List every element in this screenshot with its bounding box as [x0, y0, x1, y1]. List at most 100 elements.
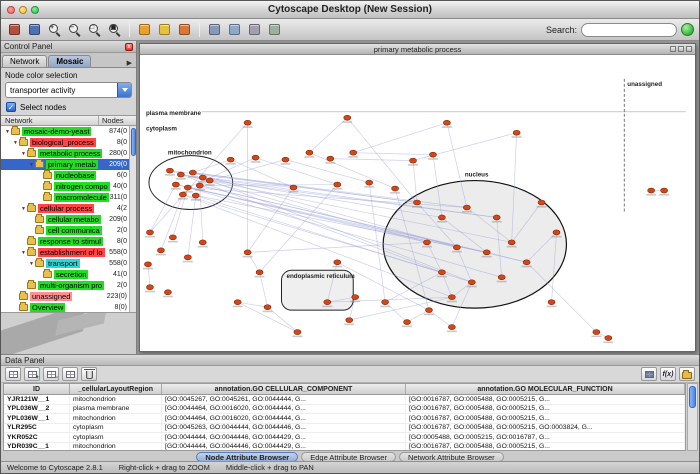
network-node[interactable]	[483, 250, 490, 255]
network-node[interactable]	[306, 150, 313, 155]
expander-icon[interactable]: ▼	[20, 206, 27, 212]
data-panel-toggle-icon[interactable]	[26, 21, 43, 38]
network-node[interactable]	[382, 300, 389, 305]
expander-icon[interactable]: ▼	[12, 140, 19, 146]
network-node[interactable]	[196, 183, 203, 188]
hide-selected-icon[interactable]	[136, 21, 153, 38]
control-panel-close-icon[interactable]: x	[125, 43, 133, 51]
network-node[interactable]	[548, 300, 555, 305]
tab-overflow-arrow-icon[interactable]: ▶	[124, 59, 135, 67]
select-attributes-button[interactable]	[5, 367, 21, 381]
search-go-icon[interactable]	[681, 23, 694, 36]
network-node[interactable]	[493, 215, 500, 220]
network-node[interactable]	[344, 115, 351, 120]
network-node[interactable]	[144, 262, 151, 267]
network-node[interactable]	[366, 180, 373, 185]
tree-row[interactable]: response to stimul8(0	[1, 236, 136, 247]
column-header[interactable]: annotation.GO MOLECULAR_FUNCTION	[406, 384, 685, 394]
tree-row[interactable]: nitrogen compo40(0	[1, 181, 136, 192]
network-node[interactable]	[425, 308, 432, 313]
network-node[interactable]	[513, 130, 520, 135]
network-node[interactable]	[523, 260, 530, 265]
network-node[interactable]	[172, 182, 179, 187]
unhide-all-icon[interactable]	[156, 21, 173, 38]
tree-row[interactable]: unassigned223(0)	[1, 291, 136, 302]
network-node[interactable]	[414, 200, 421, 205]
control-panel-toggle-icon[interactable]	[6, 21, 23, 38]
import-attributes-button[interactable]	[679, 367, 695, 381]
tab-mosaic[interactable]: Mosaic	[48, 55, 91, 67]
network-node[interactable]	[177, 172, 184, 177]
edit-attribute-button[interactable]	[62, 367, 78, 381]
tree-scrollbar[interactable]	[129, 126, 136, 313]
network-canvas[interactable]: plasma membranecytoplasmmitochondrionnuc…	[140, 55, 695, 351]
network-node[interactable]	[453, 245, 460, 250]
network-node[interactable]	[192, 193, 199, 198]
expander-icon[interactable]: ▼	[20, 250, 27, 256]
network-node[interactable]	[252, 155, 259, 160]
column-header[interactable]: _cellularLayoutRegion	[70, 384, 162, 394]
tree-row[interactable]: multi-organism pro2(0	[1, 280, 136, 291]
network-node[interactable]	[350, 150, 357, 155]
table-row[interactable]: YKR052Ccytoplasm[GO:0044444, GO:0044446,…	[4, 433, 685, 443]
network-node[interactable]	[264, 305, 271, 310]
network-node[interactable]	[508, 240, 515, 245]
zoom-selected-icon[interactable]: □	[86, 21, 103, 38]
network-node[interactable]	[429, 152, 436, 157]
network-node[interactable]	[392, 186, 399, 191]
zoom-in-icon[interactable]: +	[46, 21, 63, 38]
expander-icon[interactable]: ▼	[20, 151, 27, 157]
network-node[interactable]	[256, 270, 263, 275]
network-node[interactable]	[498, 275, 505, 280]
table-row[interactable]: YPL036W__2plasma membrane[GO:0044464, GO…	[4, 405, 685, 415]
table-scrollbar-thumb[interactable]	[689, 386, 696, 408]
function-builder-button[interactable]: f(x)	[660, 367, 676, 381]
network-canvas-svg[interactable]: plasma membranecytoplasmmitochondrionnuc…	[140, 55, 695, 351]
tree-row[interactable]: ▼establishment of lo558(0	[1, 247, 136, 258]
tree-row[interactable]: cellular metabo209(0	[1, 214, 136, 225]
tree-row[interactable]: ▼cellular process4(2	[1, 203, 136, 214]
title-bar[interactable]: Cytoscape Desktop (New Session)	[1, 1, 699, 19]
network-node[interactable]	[352, 295, 359, 300]
delete-attributes-trash-button[interactable]	[81, 367, 97, 381]
node-color-select[interactable]: transporter activity	[5, 82, 132, 98]
network-node[interactable]	[334, 182, 341, 187]
tree-row[interactable]: ▼mosaic-demo-yeast874(0	[1, 126, 136, 137]
tree-scrollbar-thumb[interactable]	[131, 128, 136, 156]
network-node[interactable]	[553, 230, 560, 235]
table-row[interactable]: YDR039C__1mitochondrion[GO:0044444, GO:0…	[4, 443, 685, 452]
table-scrollbar[interactable]	[687, 383, 698, 451]
network-node[interactable]	[282, 157, 289, 162]
network-node[interactable]	[648, 188, 655, 193]
zoom-fit-icon[interactable]: ▣	[106, 21, 123, 38]
create-attribute-button[interactable]: +	[24, 367, 40, 381]
network-node[interactable]	[463, 205, 470, 210]
tab-network[interactable]: Network	[2, 55, 47, 67]
network-node[interactable]	[448, 295, 455, 300]
select-nodes-checkbox[interactable]: ✓	[6, 102, 16, 112]
network-node[interactable]	[157, 248, 164, 253]
delete-attribute-button[interactable]: -	[43, 367, 59, 381]
expander-icon[interactable]: ▼	[28, 162, 35, 168]
attribute-batch-button[interactable]	[641, 367, 657, 381]
network-node[interactable]	[346, 318, 353, 323]
network-node[interactable]	[410, 158, 417, 163]
network-node[interactable]	[593, 330, 600, 335]
tree-row[interactable]: ▼primary metab209(0	[1, 159, 136, 170]
inner-window-maximize-icon[interactable]	[678, 46, 684, 52]
network-node[interactable]	[244, 250, 251, 255]
network-node[interactable]	[184, 255, 191, 260]
network-node[interactable]	[423, 240, 430, 245]
network-node[interactable]	[227, 157, 234, 162]
network-column-header[interactable]: Network	[1, 116, 98, 125]
tree-row[interactable]: ▼transport558(0	[1, 258, 136, 269]
network-node[interactable]	[294, 330, 301, 335]
network-node[interactable]	[661, 188, 668, 193]
tree-row[interactable]: macromolecule311(0	[1, 192, 136, 203]
network-node[interactable]	[468, 280, 475, 285]
search-input[interactable]	[581, 23, 677, 37]
tree-row[interactable]: cell communica2(0	[1, 225, 136, 236]
tree-row[interactable]: secretion41(0	[1, 269, 136, 280]
network-node[interactable]	[605, 336, 612, 341]
network-node[interactable]	[199, 240, 206, 245]
